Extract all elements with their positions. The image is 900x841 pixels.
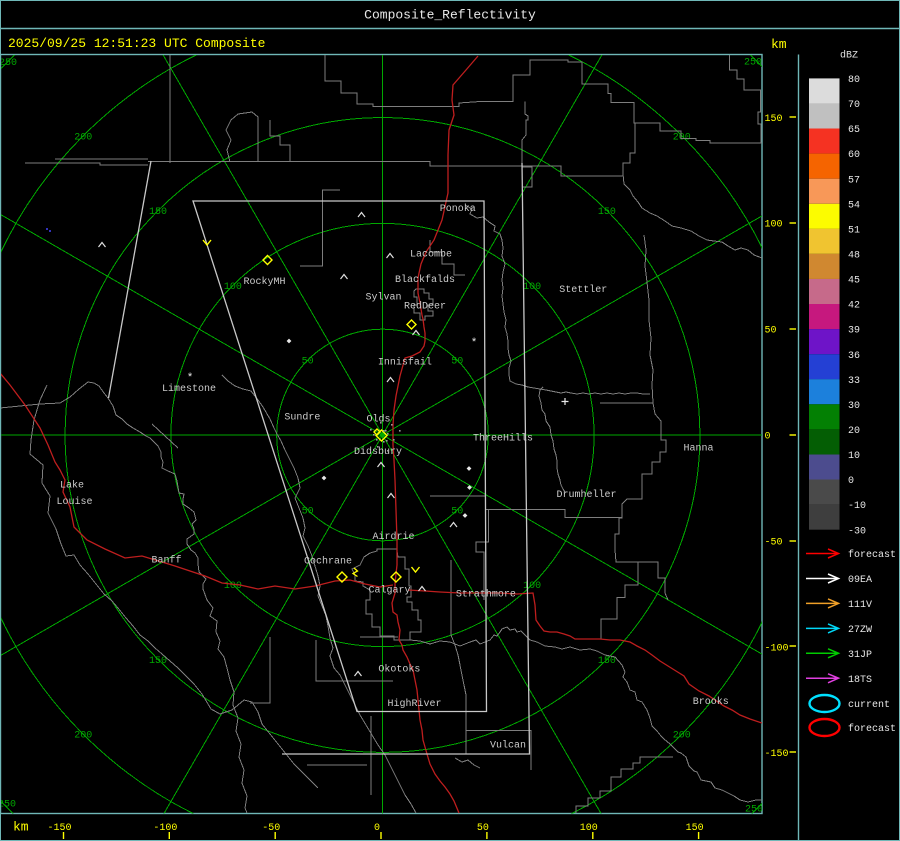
svg-text:Louise: Louise <box>57 496 93 508</box>
svg-text:-100: -100 <box>153 823 177 834</box>
svg-text:50: 50 <box>451 357 463 368</box>
svg-text:60: 60 <box>848 150 860 161</box>
svg-text:Innisfail: Innisfail <box>378 356 432 368</box>
svg-text:current: current <box>848 700 890 711</box>
svg-text:Strathmore: Strathmore <box>456 589 516 601</box>
svg-text:200: 200 <box>673 731 691 742</box>
svg-text:150: 150 <box>149 656 167 667</box>
svg-text:-150: -150 <box>47 823 71 834</box>
svg-text:Didsbury: Didsbury <box>354 446 402 458</box>
svg-text:09EA: 09EA <box>848 575 872 586</box>
svg-text:33: 33 <box>848 376 860 387</box>
svg-text:dBZ: dBZ <box>840 50 858 62</box>
svg-text:*: * <box>187 373 194 385</box>
svg-text:36: 36 <box>848 351 860 362</box>
svg-text:150: 150 <box>765 114 783 125</box>
svg-text:45: 45 <box>848 276 860 287</box>
svg-text:50: 50 <box>302 357 314 368</box>
svg-text:70: 70 <box>848 100 860 111</box>
svg-text:10: 10 <box>848 451 860 462</box>
svg-text:Banff: Banff <box>152 555 182 567</box>
svg-text:RedDeer: RedDeer <box>404 300 446 312</box>
svg-text:Ponoka: Ponoka <box>440 203 476 215</box>
svg-text:Drumheller: Drumheller <box>557 489 617 501</box>
svg-text:31JP: 31JP <box>848 650 872 661</box>
svg-text:0: 0 <box>848 476 854 487</box>
svg-text:100: 100 <box>580 823 598 834</box>
svg-text:0: 0 <box>765 432 771 443</box>
svg-text:Airdrie: Airdrie <box>373 531 415 543</box>
svg-text:Sundre: Sundre <box>284 411 320 423</box>
svg-text:200: 200 <box>74 731 92 742</box>
svg-text:100: 100 <box>523 581 541 592</box>
svg-text:Cochrane: Cochrane <box>304 556 352 568</box>
svg-text:150: 150 <box>149 207 167 218</box>
svg-text:HighRiver: HighRiver <box>388 698 442 710</box>
svg-text:50: 50 <box>765 326 777 337</box>
svg-text:20: 20 <box>848 426 860 437</box>
svg-text:0: 0 <box>374 823 380 834</box>
svg-text:200: 200 <box>74 132 92 143</box>
svg-text:57: 57 <box>848 175 860 186</box>
svg-text:100: 100 <box>765 220 783 231</box>
svg-text:RockyMH: RockyMH <box>244 276 286 288</box>
svg-text:111V: 111V <box>848 600 872 611</box>
svg-text:Stettler: Stettler <box>559 284 607 296</box>
svg-text:Brooks: Brooks <box>693 696 729 708</box>
svg-text:150: 150 <box>598 207 616 218</box>
svg-text:250: 250 <box>0 58 17 69</box>
svg-text:150: 150 <box>686 823 704 834</box>
svg-text:39: 39 <box>848 326 860 337</box>
svg-text:100: 100 <box>224 282 242 293</box>
svg-text:forecast: forecast <box>848 723 896 735</box>
svg-text:150: 150 <box>598 656 616 667</box>
svg-text:-30: -30 <box>848 526 866 537</box>
svg-text:-50: -50 <box>765 537 783 548</box>
svg-text:-150: -150 <box>765 749 789 760</box>
svg-text:65: 65 <box>848 125 860 136</box>
svg-text:Lake: Lake <box>60 480 84 492</box>
svg-text:50: 50 <box>302 506 314 517</box>
svg-text:Limestone: Limestone <box>162 383 216 395</box>
svg-text:80: 80 <box>848 75 860 86</box>
svg-text:30: 30 <box>848 401 860 412</box>
svg-text:-50: -50 <box>262 823 280 834</box>
svg-text:Composite_Reflectivity: Composite_Reflectivity <box>364 8 536 23</box>
svg-text:50: 50 <box>451 506 463 517</box>
svg-text:km: km <box>771 37 787 52</box>
svg-text:54: 54 <box>848 200 860 211</box>
svg-text:250: 250 <box>0 800 16 811</box>
svg-text:27ZW: 27ZW <box>848 625 872 636</box>
svg-text:-10: -10 <box>848 501 866 512</box>
svg-text:Okotoks: Okotoks <box>378 664 420 676</box>
svg-text:200: 200 <box>673 132 691 143</box>
svg-text:Olds: Olds <box>367 414 391 426</box>
svg-text:Calgary: Calgary <box>369 585 411 597</box>
svg-text:-100: -100 <box>765 643 789 654</box>
svg-text:Lacombe: Lacombe <box>410 249 452 261</box>
svg-text:250: 250 <box>744 58 762 69</box>
svg-text:50: 50 <box>477 823 489 834</box>
svg-text:Blackfalds: Blackfalds <box>395 274 455 286</box>
svg-text:48: 48 <box>848 250 860 261</box>
svg-text:100: 100 <box>523 282 541 293</box>
svg-text:Hanna: Hanna <box>684 444 714 455</box>
svg-text:100: 100 <box>224 581 242 592</box>
svg-text:km: km <box>13 820 29 835</box>
svg-text:51: 51 <box>848 225 860 236</box>
svg-text:forecast: forecast <box>848 549 896 561</box>
svg-text:Vulcan: Vulcan <box>490 740 526 752</box>
svg-text:*: * <box>471 338 478 350</box>
svg-text:18TS: 18TS <box>848 675 872 686</box>
svg-text:Sylvan: Sylvan <box>366 291 402 303</box>
svg-text:ThreeHills: ThreeHills <box>473 433 533 445</box>
svg-text:42: 42 <box>848 301 860 312</box>
svg-text:2025/09/25 12:51:23 UTC Compos: 2025/09/25 12:51:23 UTC Composite <box>8 36 265 51</box>
